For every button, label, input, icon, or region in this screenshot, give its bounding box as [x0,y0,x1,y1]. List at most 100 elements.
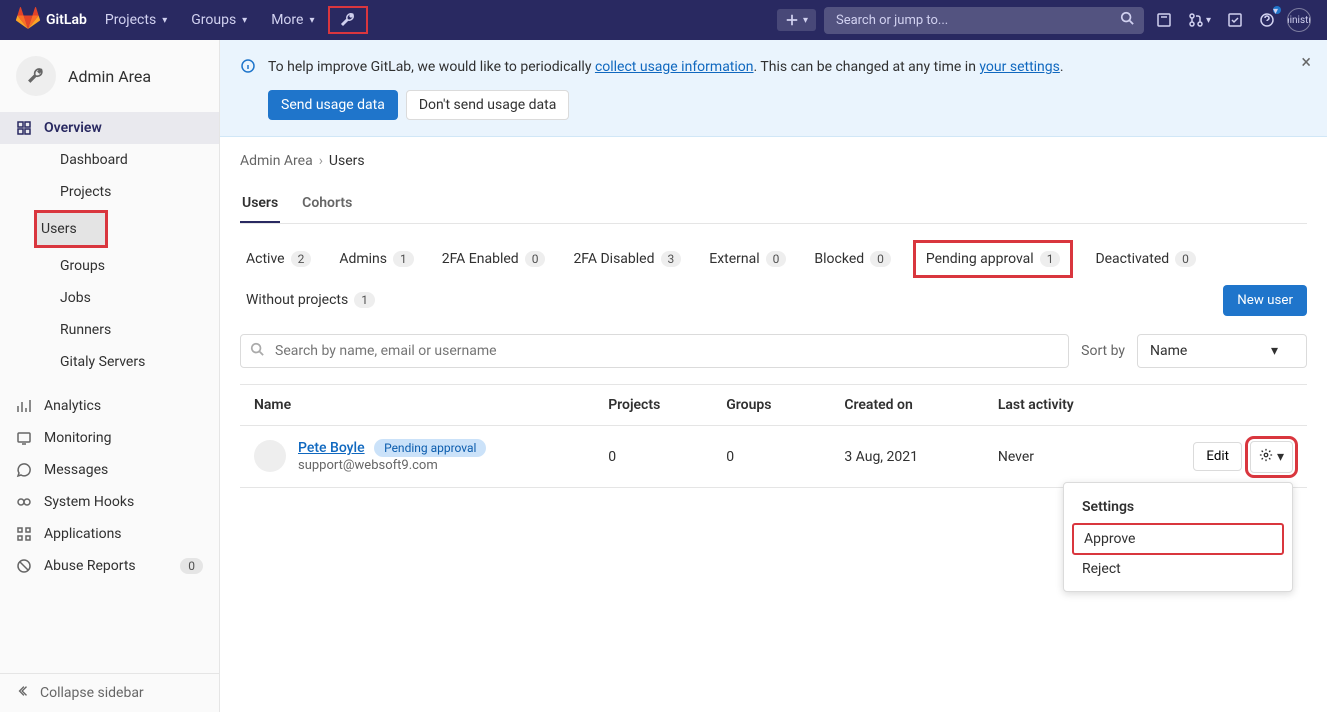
brand-text: GitLab [46,12,87,28]
search-wrap [824,7,1144,34]
table-header: Name Projects Groups Created on Last act… [240,384,1307,426]
filter-blocked[interactable]: Blocked0 [808,241,896,277]
sidebar-item-messages[interactable]: Messages [0,454,219,486]
filter-pending-approval[interactable]: Pending approval1 [913,240,1074,278]
sidebar-item-analytics[interactable]: Analytics [0,390,219,422]
tab-cohorts[interactable]: Cohorts [300,185,354,223]
breadcrumb-admin[interactable]: Admin Area [240,153,313,169]
table-row: Pete Boyle Pending approval support@webs… [240,426,1307,488]
hooks-icon [16,494,32,510]
new-user-button[interactable]: New user [1223,285,1307,316]
user-name-link[interactable]: Pete Boyle [298,440,365,456]
settings-link[interactable]: your settings [979,59,1059,75]
edit-button[interactable]: Edit [1193,442,1242,471]
usage-link[interactable]: collect usage information [595,59,754,75]
close-icon[interactable]: × [1301,52,1311,73]
sidebar-item-label: Overview [44,120,102,136]
issues-icon[interactable] [1152,8,1176,32]
sidebar-sub: Dashboard Projects [0,144,219,208]
nav-more[interactable]: More [261,6,324,34]
cell-groups: 0 [726,449,844,465]
new-dropdown[interactable] [777,9,816,31]
dropdown-reject[interactable]: Reject [1072,555,1284,583]
pending-badge: Pending approval [374,439,486,457]
nav-right: Administrator [777,7,1311,34]
collapse-sidebar[interactable]: Collapse sidebar [0,673,219,712]
usage-banner: To help improve GitLab, we would like to… [220,40,1327,137]
sidebar-item-monitoring[interactable]: Monitoring [0,422,219,454]
cell-projects: 0 [608,449,726,465]
sidebar-sub-projects[interactable]: Projects [44,176,219,208]
filter-without-projects[interactable]: Without projects1 [240,282,381,318]
sidebar-item-abuse[interactable]: Abuse Reports 0 [0,550,219,582]
cell-created: 3 Aug, 2021 [844,449,998,465]
sidebar-item-system-hooks[interactable]: System Hooks [0,486,219,518]
nav-projects[interactable]: Projects [95,6,177,34]
col-created: Created on [844,397,998,413]
sidebar-sub-users[interactable]: Users [34,210,108,248]
sidebar-header: Admin Area [0,40,219,112]
dont-send-usage-button[interactable]: Don't send usage data [406,90,569,120]
merge-requests-icon[interactable] [1184,8,1215,32]
col-projects: Projects [608,397,726,413]
search-input[interactable] [824,7,1144,34]
main-content: To help improve GitLab, we would like to… [220,40,1327,712]
chevron-down-icon: ▾ [1271,343,1278,359]
sidebar-sub-gitaly[interactable]: Gitaly Servers [44,346,219,378]
col-groups: Groups [726,397,844,413]
monitoring-icon [16,430,32,446]
gear-icon [1259,448,1273,466]
search-row: Sort by Name ▾ [240,334,1307,368]
sidebar-sub-groups[interactable]: Groups [44,250,219,282]
logo[interactable]: GitLab [16,6,87,34]
sidebar-sub-runners[interactable]: Runners [44,314,219,346]
collapse-icon [16,684,30,702]
chevron-down-icon: ▾ [1277,449,1284,465]
filter-active[interactable]: Active2 [240,241,317,277]
user-row-avatar [254,440,286,472]
admin-area-icon [16,56,56,96]
filter-deactivated[interactable]: Deactivated0 [1089,241,1201,277]
sidebar: Admin Area Overview Dashboard Projects U… [0,40,220,712]
banner-text: To help improve GitLab, we would like to… [268,56,1064,78]
row-actions: Edit ▾ [1151,441,1293,473]
col-name: Name [254,397,608,413]
breadcrumb-users: Users [329,153,365,169]
dropdown-title: Settings [1072,491,1284,523]
admin-wrench-icon[interactable] [328,6,368,34]
sidebar-sub-dashboard[interactable]: Dashboard [44,144,219,176]
filter-2fa-enabled[interactable]: 2FA Enabled0 [436,241,552,277]
help-icon[interactable] [1255,8,1279,32]
analytics-icon [16,398,32,414]
tab-users[interactable]: Users [240,185,280,223]
col-activity: Last activity [998,397,1151,413]
user-search-input[interactable] [240,334,1069,368]
filter-admins[interactable]: Admins1 [333,241,419,277]
abuse-icon [16,558,32,574]
filter-external[interactable]: External0 [703,241,792,277]
applications-icon [16,526,32,542]
sidebar-sub2: Groups Jobs Runners Gitaly Servers [0,250,219,378]
top-navbar: GitLab Projects Groups More Administrato… [0,0,1327,40]
sidebar-item-applications[interactable]: Applications [0,518,219,550]
filter-tabs: Active2 Admins1 2FA Enabled0 2FA Disable… [240,240,1307,318]
sort-select[interactable]: Name ▾ [1137,334,1307,368]
info-icon [240,58,256,78]
gitlab-icon [16,6,40,34]
todos-icon[interactable] [1223,8,1247,32]
overview-icon [16,120,32,136]
filter-2fa-disabled[interactable]: 2FA Disabled3 [567,241,687,277]
chevron-right-icon: › [319,153,323,169]
dropdown-approve[interactable]: Approve [1072,523,1284,555]
user-cell: Pete Boyle Pending approval support@webs… [254,440,608,473]
sidebar-sub-jobs[interactable]: Jobs [44,282,219,314]
cell-activity: Never [998,449,1151,465]
messages-icon [16,462,32,478]
send-usage-button[interactable]: Send usage data [268,90,398,120]
settings-dropdown-button[interactable]: ▾ [1250,441,1293,473]
top-tabs: Users Cohorts [240,185,1307,224]
sidebar-item-overview[interactable]: Overview [0,112,219,144]
nav-groups[interactable]: Groups [181,6,257,34]
user-avatar[interactable]: Administrator [1287,8,1311,32]
search-icon [1120,11,1134,29]
